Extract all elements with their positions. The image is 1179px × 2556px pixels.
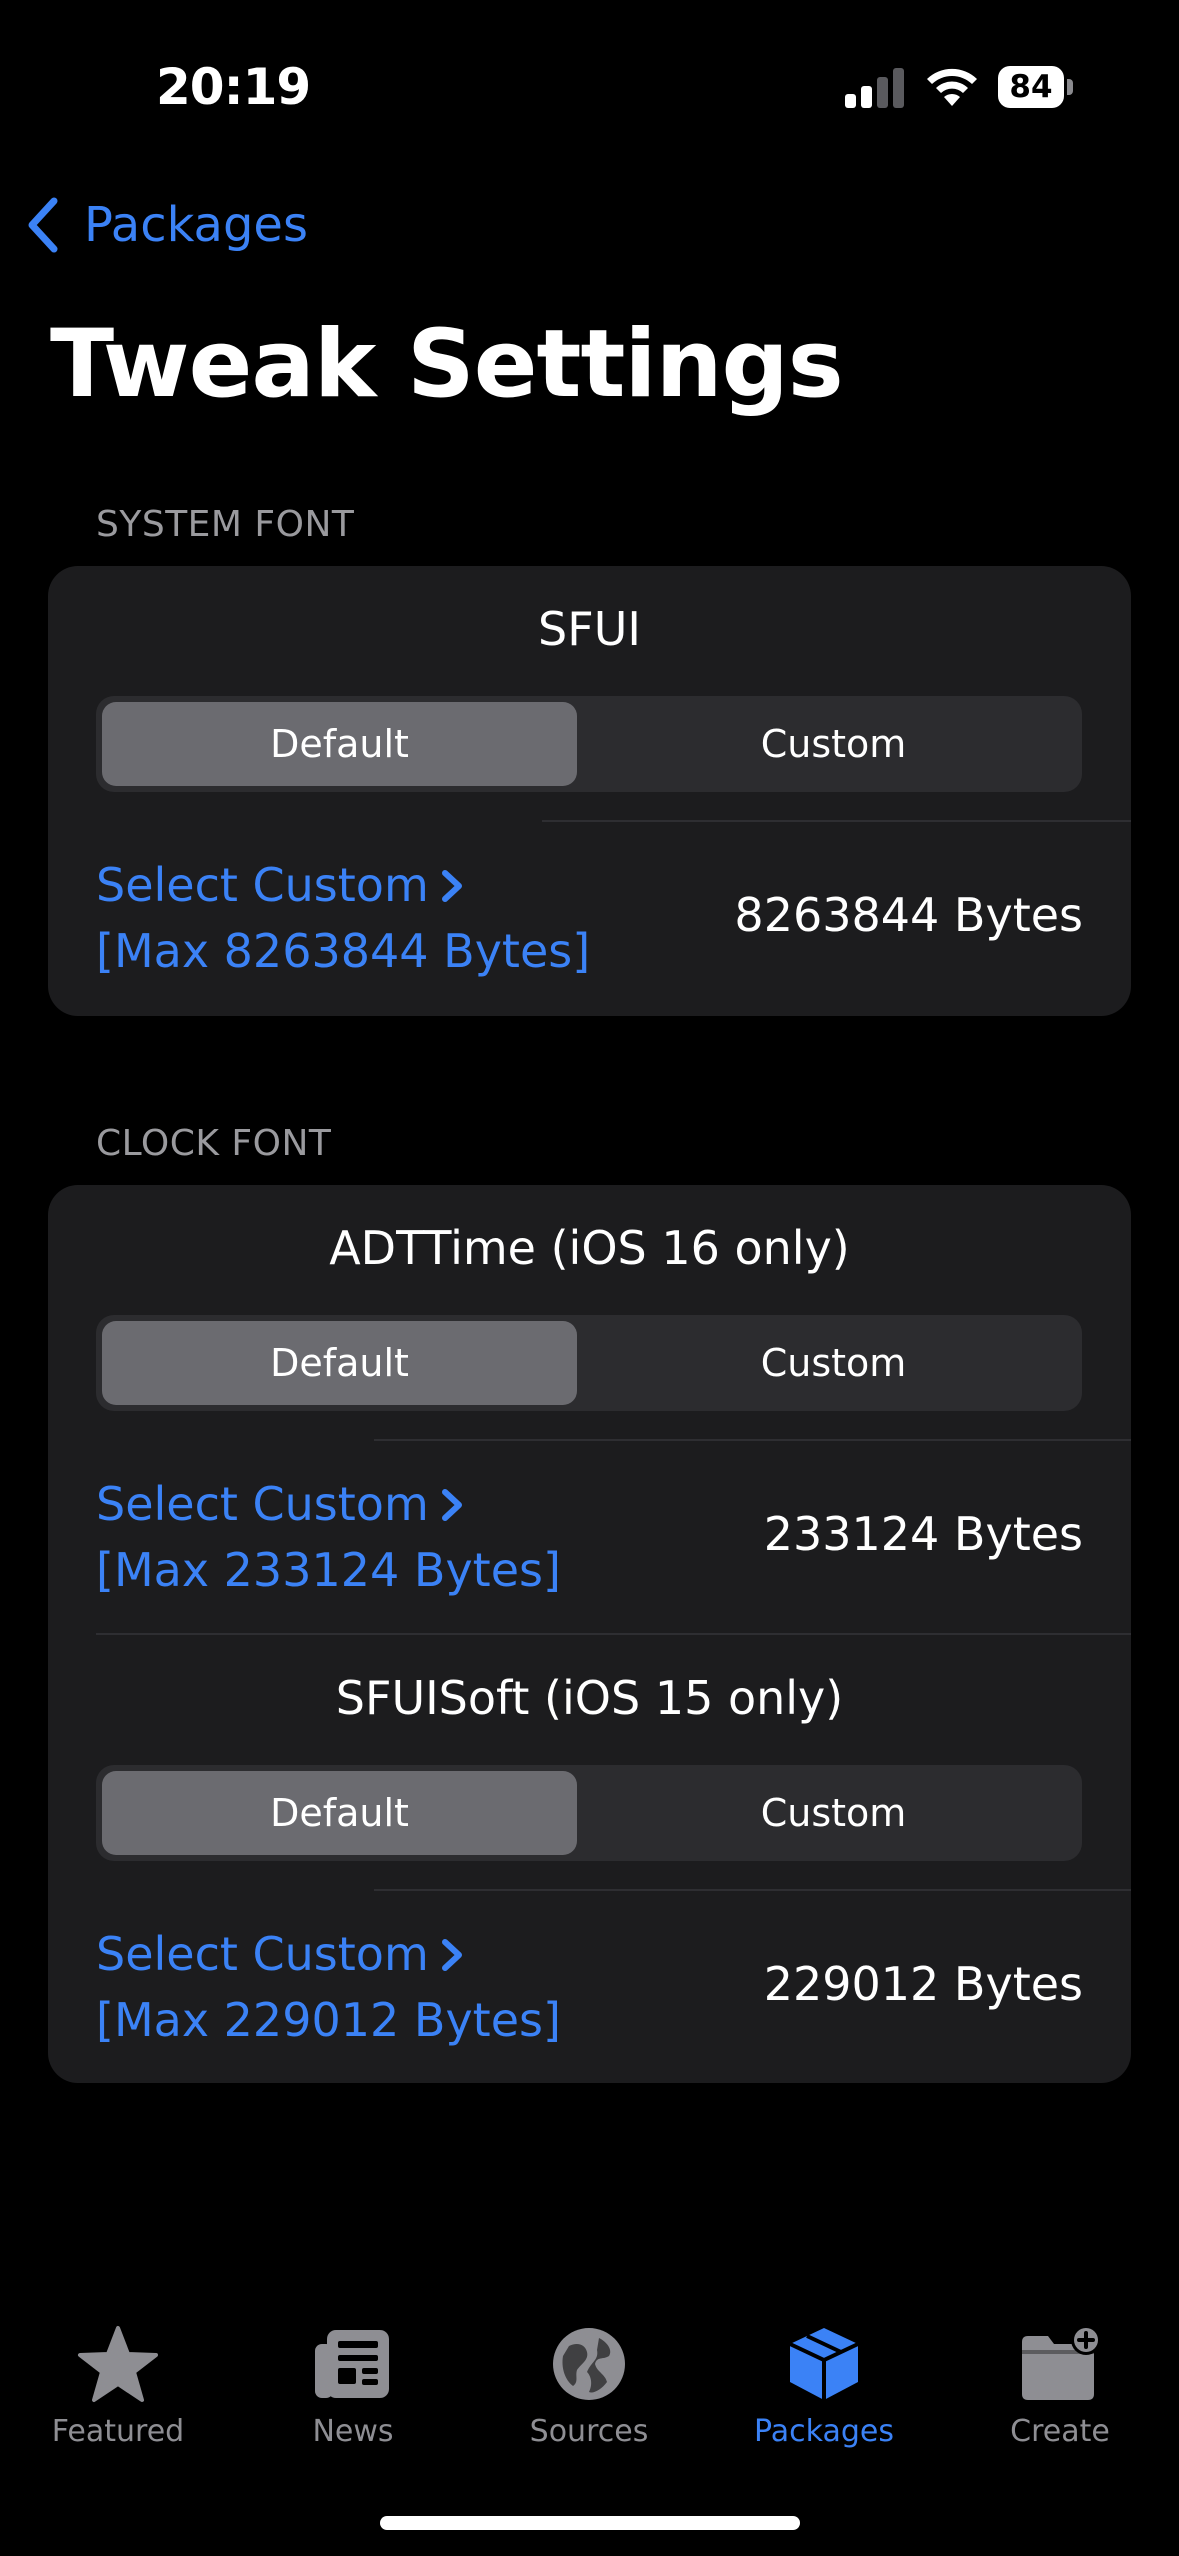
font-row-title: SFUI (538, 602, 641, 656)
wifi-icon (927, 68, 977, 106)
cellular-signal-icon (845, 66, 905, 108)
chevron-right-icon (441, 1489, 462, 1521)
font-segmented-control[interactable]: Default Custom (96, 1765, 1082, 1861)
select-custom-link[interactable]: Select Custom [Max 233124 Bytes] (96, 1471, 561, 1603)
folder-plus-icon (1022, 2325, 1101, 2400)
tab-label: Featured (51, 2414, 185, 2449)
chevron-right-icon (441, 1939, 462, 1971)
select-custom-label: Select Custom (96, 1477, 429, 1531)
segment-default[interactable]: Default (102, 1321, 577, 1405)
tab-label: News (312, 2414, 394, 2449)
chevron-right-icon (441, 870, 462, 902)
status-time: 20:19 (156, 58, 311, 116)
font-row-title: SFUISoft (iOS 15 only) (335, 1671, 844, 1725)
max-bytes-label: [Max 233124 Bytes] (96, 1543, 561, 1597)
globe-icon (553, 2328, 625, 2400)
select-custom-label: Select Custom (96, 1927, 429, 1981)
segment-custom[interactable]: Custom (591, 1321, 1076, 1405)
max-bytes-label: [Max 8263844 Bytes] (96, 924, 591, 978)
battery-percentage: 84 (1009, 69, 1053, 105)
chevron-left-icon (28, 197, 58, 253)
select-custom-label: Select Custom (96, 858, 429, 912)
tab-packages[interactable]: Packages (706, 2300, 942, 2449)
segment-custom[interactable]: Custom (591, 1771, 1076, 1855)
package-icon (789, 2328, 859, 2400)
back-button[interactable]: Packages (24, 190, 308, 260)
section-header-system-font: SYSTEM FONT (96, 504, 355, 545)
tab-create[interactable]: Create (942, 2300, 1178, 2449)
font-size-value: 233124 Bytes (763, 1507, 1083, 1561)
clock-font-card: ADTTime (iOS 16 only) Default Custom Sel… (48, 1185, 1131, 2083)
select-custom-link[interactable]: Select Custom [Max 8263844 Bytes] (96, 852, 590, 984)
row-divider (96, 1633, 1131, 1635)
font-size-value: 229012 Bytes (763, 1957, 1083, 2011)
row-divider (374, 1439, 1131, 1441)
segment-custom[interactable]: Custom (591, 702, 1076, 786)
font-size-value: 8263844 Bytes (734, 888, 1083, 942)
star-icon (78, 2326, 158, 2402)
system-font-card: SFUI Default Custom Select Custom [Max 8… (48, 566, 1131, 1016)
row-divider (542, 820, 1131, 822)
row-divider (374, 1889, 1131, 1891)
tab-news[interactable]: News (235, 2300, 471, 2449)
font-segmented-control[interactable]: Default Custom (96, 696, 1082, 792)
page-title: Tweak Settings (50, 310, 844, 419)
tab-bar: Featured News Sources Packages Create (0, 2300, 1179, 2520)
tab-label: Sources (529, 2414, 649, 2449)
segment-default[interactable]: Default (102, 702, 577, 786)
font-segmented-control[interactable]: Default Custom (96, 1315, 1082, 1411)
home-indicator (380, 2516, 800, 2530)
tab-sources[interactable]: Sources (471, 2300, 707, 2449)
tab-featured[interactable]: Featured (0, 2300, 236, 2449)
select-custom-link[interactable]: Select Custom [Max 229012 Bytes] (96, 1921, 561, 2053)
tab-label: Packages (754, 2414, 894, 2449)
tab-label: Create (1010, 2414, 1110, 2449)
max-bytes-label: [Max 229012 Bytes] (96, 1993, 561, 2047)
segment-default[interactable]: Default (102, 1771, 577, 1855)
font-row-title: ADTTime (iOS 16 only) (329, 1221, 850, 1275)
battery-icon: 84 (998, 66, 1074, 108)
section-header-clock-font: CLOCK FONT (96, 1123, 332, 1164)
back-button-label: Packages (84, 197, 308, 253)
newspaper-icon (315, 2330, 389, 2398)
